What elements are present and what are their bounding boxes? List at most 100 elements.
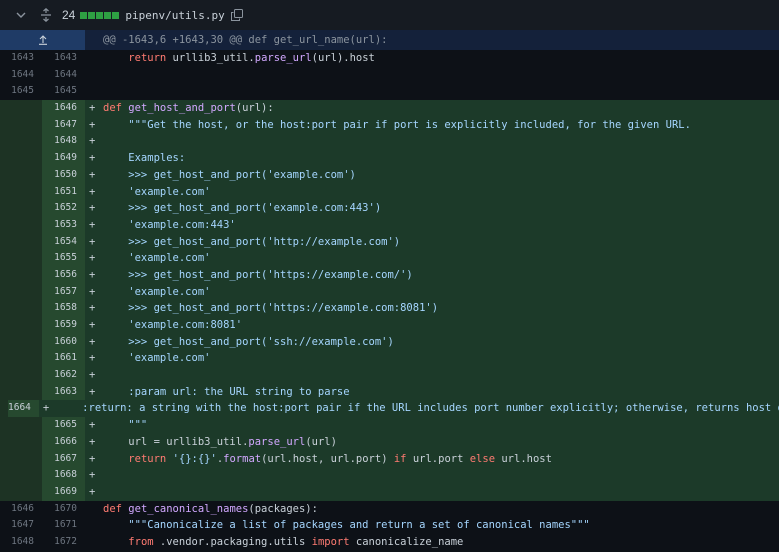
new-line-number[interactable]: 1666 [42,433,85,451]
code-token: >>> get_host_and_port('example.com') [103,168,356,181]
new-line-number[interactable]: 1654 [42,233,85,251]
code-token: def [103,102,122,115]
diff-sign: + [89,435,96,448]
new-line-number[interactable]: 1644 [42,67,85,84]
old-line-number[interactable] [0,433,42,451]
new-line-number[interactable]: 1646 [42,100,85,117]
diff-sign: + [89,135,96,148]
old-line-number[interactable] [0,100,42,117]
diff-sign [89,501,103,518]
new-line-number[interactable]: 1667 [42,450,85,468]
copy-icon[interactable] [230,9,243,21]
code-line: + :return: a string with the host:port p… [39,400,779,417]
old-line-number[interactable]: 1645 [0,83,42,100]
old-line-number[interactable] [0,367,42,384]
diff-line: 1665 + """ [0,417,779,434]
new-line-number[interactable]: 1665 [42,417,85,434]
old-line-number[interactable] [0,216,42,234]
old-line-number[interactable] [0,150,42,167]
code-line: + Examples: [85,150,779,167]
new-line-number[interactable]: 1670 [42,501,85,518]
new-line-number[interactable]: 1668 [42,467,85,484]
old-line-number[interactable]: 1643 [0,50,42,67]
old-line-number[interactable] [0,233,42,251]
new-line-number[interactable]: 1652 [42,200,85,217]
code-token: url.host [495,452,552,465]
old-line-number[interactable]: 1648 [0,534,42,551]
code-line: from .vendor.packaging.utils import cano… [85,534,779,551]
code-line: """Canonicalize a list of packages and r… [85,517,779,534]
old-line-number[interactable] [0,200,42,217]
diff-line: 1643 1643 return urllib3_util.parse_url(u… [0,50,779,67]
new-line-number[interactable]: 1656 [42,266,85,284]
code-token: >>> get_host_and_port('example.com:443') [103,202,382,215]
old-line-number[interactable]: 1647 [0,517,42,534]
hunk-header: @@ -1643,6 +1643,30 @@ def get_url_name(… [0,30,779,50]
diff-sign: + [89,168,96,181]
old-line-number[interactable] [0,333,42,351]
old-line-number[interactable] [0,383,42,401]
new-line-number[interactable]: 1647 [42,116,85,134]
code-token: (url) [305,435,337,448]
old-line-number[interactable] [0,400,8,418]
code-token: 'example.com:443' [103,218,236,231]
old-line-number[interactable] [0,317,42,334]
old-line-number[interactable] [0,266,42,284]
old-line-number[interactable] [0,166,42,184]
new-line-number[interactable]: 1663 [42,383,85,401]
diff-line: 1653 + 'example.com:443' [0,216,779,234]
old-line-number[interactable] [0,283,42,301]
new-line-number[interactable]: 1671 [42,517,85,534]
diff-line: 1654 + >>> get_host_and_port('http://exam… [0,233,779,251]
new-line-number[interactable]: 1659 [42,317,85,334]
old-line-number[interactable] [0,183,42,201]
new-line-number[interactable]: 1662 [42,367,85,384]
new-line-number[interactable]: 1664 [8,400,39,418]
new-line-number[interactable]: 1661 [42,350,85,368]
diff-sign: + [89,385,96,398]
new-line-number[interactable]: 1655 [42,250,85,267]
old-line-number[interactable] [0,450,42,468]
lines-changed-count: 24 [62,8,76,22]
old-line-number[interactable] [0,116,42,134]
new-line-number[interactable]: 1669 [42,483,85,501]
new-line-number[interactable]: 1645 [42,83,85,100]
code-token: '{}:{}' [172,452,217,465]
diff-line: 1651 + 'example.com' [0,183,779,201]
new-line-number[interactable]: 1660 [42,333,85,351]
chevron-down-icon[interactable] [16,10,26,20]
diff-line: 1648 + [0,133,779,151]
diff-line: 1652 + >>> get_host_and_port('example.com… [0,200,779,217]
code-token: (url).host [311,52,375,64]
new-line-number[interactable]: 1672 [42,534,85,551]
old-line-number[interactable] [0,417,42,434]
unfold-up-icon[interactable] [0,30,85,50]
diff-sign: + [89,419,96,432]
old-line-number[interactable]: 1646 [0,501,42,518]
old-line-number[interactable]: 1644 [0,67,42,84]
new-line-number[interactable]: 1649 [42,150,85,167]
old-line-number[interactable] [0,483,42,501]
old-line-number[interactable] [0,300,42,317]
code-token: get_host_and_port [128,102,236,115]
diff-sign [89,67,103,84]
new-line-number[interactable]: 1658 [42,300,85,317]
old-line-number[interactable] [0,133,42,151]
new-line-number[interactable]: 1643 [42,50,85,67]
new-line-number[interactable]: 1651 [42,183,85,201]
new-line-number[interactable]: 1657 [42,283,85,301]
expand-icon[interactable] [40,8,52,22]
file-name-link[interactable]: pipenv/utils.py [125,9,224,22]
diff-sign: + [89,319,96,331]
code-line: + >>> get_host_and_port('example.com:443… [85,200,779,217]
new-line-number[interactable]: 1653 [42,216,85,234]
code-token: return [128,52,167,64]
old-line-number[interactable] [0,467,42,484]
code-token: url = urllib3_util. [103,435,249,448]
old-line-number[interactable] [0,350,42,368]
new-line-number[interactable]: 1648 [42,133,85,151]
old-line-number[interactable] [0,250,42,267]
diff-lines: 1643 1643 return urllib3_util.parse_url(u… [0,50,779,551]
new-line-number[interactable]: 1650 [42,166,85,184]
